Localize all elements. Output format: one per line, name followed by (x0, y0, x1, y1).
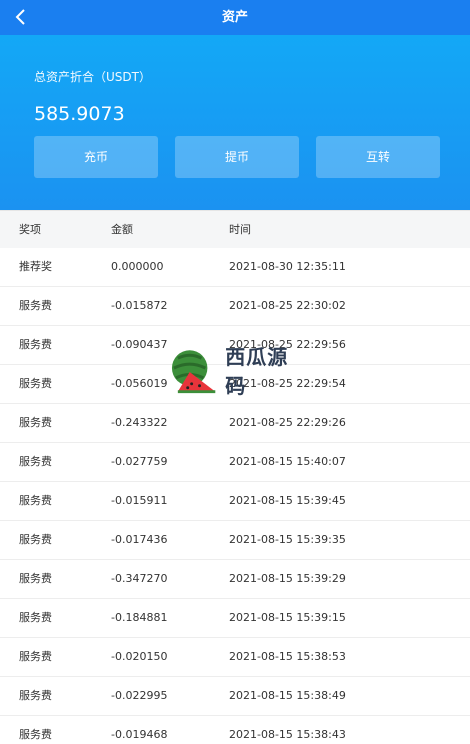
row-award: 服务费 (19, 416, 52, 429)
row-award: 服务费 (19, 299, 52, 312)
row-award: 服务费 (19, 494, 52, 507)
row-amount: -0.020150 (111, 650, 168, 663)
withdraw-button[interactable]: 提币 (175, 136, 299, 178)
row-amount: -0.184881 (111, 611, 168, 624)
table-row: 服务费 -0.015872 2021-08-25 22:30:02 (0, 287, 470, 326)
table-row: 服务费 -0.015911 2021-08-15 15:39:45 (0, 482, 470, 521)
total-asset-value: 585.9073 (34, 103, 125, 125)
row-amount: 0.000000 (111, 260, 164, 273)
row-time: 2021-08-15 15:39:45 (229, 494, 346, 507)
row-amount: -0.015911 (111, 494, 168, 507)
row-award: 推荐奖 (19, 260, 52, 273)
row-award: 服务费 (19, 377, 52, 390)
table-row: 服务费 -0.347270 2021-08-15 15:39:29 (0, 560, 470, 599)
header-time: 时间 (229, 223, 251, 236)
row-award: 服务费 (19, 572, 52, 585)
row-amount: -0.027759 (111, 455, 168, 468)
row-time: 2021-08-15 15:39:15 (229, 611, 346, 624)
page-title: 资产 (221, 10, 248, 25)
transfer-button[interactable]: 互转 (316, 136, 440, 178)
row-time: 2021-08-15 15:39:35 (229, 533, 346, 546)
row-amount: -0.019468 (111, 728, 168, 741)
navbar: 资产 (0, 0, 470, 35)
records-table: 奖项 金额 时间 推荐奖 0.000000 2021-08-30 12:35:11 服… (0, 210, 470, 744)
table-row: 服务费 -0.090437 2021-08-25 22:29:56 (0, 326, 470, 365)
header-amount: 金额 (111, 223, 133, 236)
row-amount: -0.015872 (111, 299, 168, 312)
row-award: 服务费 (19, 650, 52, 663)
row-amount: -0.056019 (111, 377, 168, 390)
row-award: 服务费 (19, 728, 52, 741)
table-row: 推荐奖 0.000000 2021-08-30 12:35:11 (0, 248, 470, 287)
total-asset-label: 总资产折合（USDT） (34, 70, 151, 84)
row-time: 2021-08-15 15:40:07 (229, 455, 346, 468)
row-award: 服务费 (19, 533, 52, 546)
row-time: 2021-08-30 12:35:11 (229, 260, 346, 273)
row-time: 2021-08-25 22:30:02 (229, 299, 346, 312)
row-award: 服务费 (19, 455, 52, 468)
row-amount: -0.017436 (111, 533, 168, 546)
table-row: 服务费 -0.022995 2021-08-15 15:38:49 (0, 677, 470, 716)
row-amount: -0.347270 (111, 572, 168, 585)
table-row: 服务费 -0.056019 2021-08-25 22:29:54 (0, 365, 470, 404)
row-amount: -0.090437 (111, 338, 168, 351)
row-time: 2021-08-15 15:38:53 (229, 650, 346, 663)
table-row: 服务费 -0.243322 2021-08-25 22:29:26 (0, 404, 470, 443)
row-time: 2021-08-15 15:38:49 (229, 689, 346, 702)
row-award: 服务费 (19, 611, 52, 624)
row-amount: -0.243322 (111, 416, 168, 429)
table-row: 服务费 -0.020150 2021-08-15 15:38:53 (0, 638, 470, 677)
table-header: 奖项 金额 时间 (0, 210, 470, 248)
row-time: 2021-08-15 15:38:43 (229, 728, 346, 741)
row-time: 2021-08-25 22:29:26 (229, 416, 346, 429)
row-time: 2021-08-25 22:29:54 (229, 377, 346, 390)
row-award: 服务费 (19, 689, 52, 702)
row-time: 2021-08-15 15:39:29 (229, 572, 346, 585)
header-award: 奖项 (19, 223, 41, 236)
table-row: 服务费 -0.027759 2021-08-15 15:40:07 (0, 443, 470, 482)
row-time: 2021-08-25 22:29:56 (229, 338, 346, 351)
table-row: 服务费 -0.019468 2021-08-15 15:38:43 (0, 716, 470, 744)
table-row: 服务费 -0.184881 2021-08-15 15:39:15 (0, 599, 470, 638)
row-amount: -0.022995 (111, 689, 168, 702)
asset-summary-card: 总资产折合（USDT） 585.9073 充币 提币 互转 (0, 35, 470, 210)
table-row: 服务费 -0.017436 2021-08-15 15:39:35 (0, 521, 470, 560)
row-award: 服务费 (19, 338, 52, 351)
deposit-button[interactable]: 充币 (34, 136, 158, 178)
